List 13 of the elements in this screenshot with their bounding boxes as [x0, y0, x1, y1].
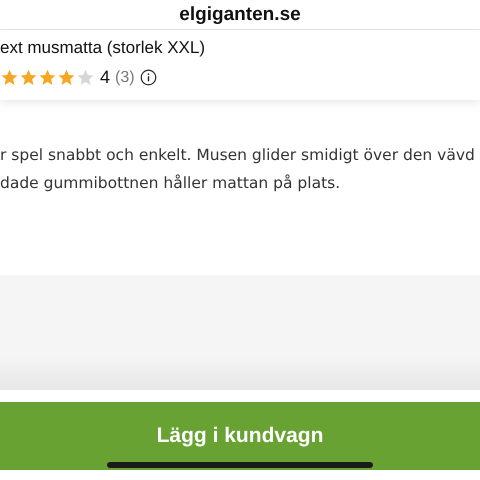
star-icon: [57, 68, 76, 87]
address-text[interactable]: elgiganten.se: [179, 4, 301, 26]
description-text: r spel snabbt och enkelt. Musen glider smidigt över den vävd: [0, 145, 476, 166]
star-icon: [38, 68, 57, 87]
review-count[interactable]: (3): [115, 68, 135, 86]
star-icon: [76, 68, 95, 87]
star-icon: [0, 68, 19, 87]
info-icon[interactable]: [140, 69, 157, 86]
rating-value: 4: [100, 67, 110, 88]
star-icon: [19, 68, 38, 87]
product-title: ext musmatta (storlek XXL): [0, 38, 206, 58]
description-text: dade gummibottnen håller mattan på plats.: [0, 173, 342, 194]
add-to-cart-button[interactable]: Lägg i kundvagn: [0, 402, 480, 470]
